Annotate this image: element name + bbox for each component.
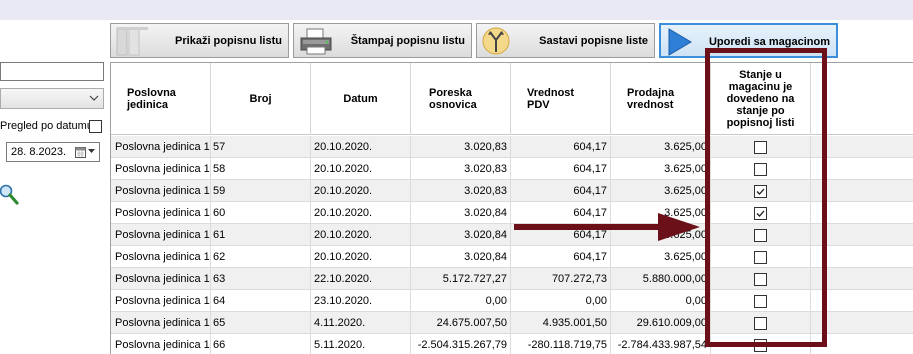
print-list-label: Štampaj popisnu listu	[350, 35, 465, 47]
cell-date: 20.10.2020.	[311, 180, 411, 202]
cell-unit: Poslovna jedinica 1	[111, 224, 211, 246]
cell-vat: 707.272,73	[511, 268, 611, 290]
pregled-label: Pregled po datumu	[0, 120, 93, 132]
show-list-label: Prikaži popisnu listu	[175, 35, 282, 47]
cell-num: 57	[211, 136, 311, 158]
cell-base: 3.020,84	[411, 202, 511, 224]
cell-base: 3.020,84	[411, 224, 511, 246]
header-number[interactable]: Broj	[211, 63, 311, 135]
chevron-down-icon	[89, 95, 99, 101]
cell-num: 63	[211, 268, 311, 290]
cell-unit: Poslovna jedinica 1	[111, 290, 211, 312]
cell-num: 62	[211, 246, 311, 268]
cell-num: 58	[211, 158, 311, 180]
header-vat[interactable]: Vrednost PDV	[511, 63, 611, 135]
print-list-button[interactable]: Štampaj popisnu listu	[293, 23, 472, 58]
header-tax-base[interactable]: Poreska osnovica	[411, 63, 511, 135]
cell-base: 24.675.007,50	[411, 312, 511, 334]
search-icon[interactable]	[0, 183, 22, 207]
cell-base: 5.172.727,27	[411, 268, 511, 290]
cell-vat: 4.935.001,50	[511, 312, 611, 334]
annotation-arrow	[514, 213, 700, 241]
cell-vat: 604,17	[511, 136, 611, 158]
date-picker[interactable]: 28. 8.2023.	[6, 142, 100, 162]
cell-num: 64	[211, 290, 311, 312]
cell-sale: 5.880.000,00	[611, 268, 711, 290]
search-input[interactable]	[0, 62, 104, 81]
show-list-button[interactable]: Prikaži popisnu listu	[110, 23, 289, 58]
cell-base: 3.020,83	[411, 136, 511, 158]
cell-sale: 3.625,00	[611, 136, 711, 158]
pregled-checkbox[interactable]	[89, 120, 102, 133]
cell-date: 4.11.2020.	[311, 312, 411, 334]
cell-num: 66	[211, 334, 311, 354]
cell-num: 60	[211, 202, 311, 224]
cell-date: 5.11.2020.	[311, 334, 411, 354]
cell-sale: 3.625,00	[611, 158, 711, 180]
cell-sale: 3.625,00	[611, 180, 711, 202]
calendar-icon[interactable]	[75, 147, 86, 158]
cell-unit: Poslovna jedinica 1	[111, 268, 211, 290]
cell-base: -2.504.315.267,79	[411, 334, 511, 354]
cell-base: 3.020,83	[411, 180, 511, 202]
date-value: 28. 8.2023.	[11, 146, 67, 158]
cell-vat: -280.118.719,75	[511, 334, 611, 354]
cell-date: 22.10.2020.	[311, 268, 411, 290]
cell-unit: Poslovna jedinica 1	[111, 246, 211, 268]
highlight-frame	[705, 48, 827, 347]
cell-sale: -2.784.433.987,54	[611, 334, 711, 354]
cell-base: 0,00	[411, 290, 511, 312]
cell-num: 61	[211, 224, 311, 246]
cell-unit: Poslovna jedinica 1	[111, 334, 211, 354]
cell-sale: 29.610.009,00	[611, 312, 711, 334]
cell-vat: 604,17	[511, 246, 611, 268]
cell-unit: Poslovna jedinica 1	[111, 312, 211, 334]
cell-sale: 3.625,00	[611, 246, 711, 268]
cell-base: 3.020,84	[411, 246, 511, 268]
cell-num: 59	[211, 180, 311, 202]
cell-date: 20.10.2020.	[311, 136, 411, 158]
cell-unit: Poslovna jedinica 1	[111, 136, 211, 158]
compare-warehouse-label: Uporedi sa magacinom	[708, 36, 830, 48]
cell-date: 23.10.2020.	[311, 290, 411, 312]
cell-unit: Poslovna jedinica 1	[111, 180, 211, 202]
cell-date: 20.10.2020.	[311, 158, 411, 180]
cell-num: 65	[211, 312, 311, 334]
dropdown-arrow-icon[interactable]	[88, 149, 95, 154]
cell-unit: Poslovna jedinica 1	[111, 158, 211, 180]
cell-vat: 604,17	[511, 180, 611, 202]
cell-date: 20.10.2020.	[311, 246, 411, 268]
cell-date: 20.10.2020.	[311, 224, 411, 246]
cell-sale: 0,00	[611, 290, 711, 312]
cell-date: 20.10.2020.	[311, 202, 411, 224]
compose-lists-button[interactable]: Sastavi popisne liste	[476, 23, 655, 58]
header-date[interactable]: Datum	[311, 63, 411, 135]
cell-vat: 604,17	[511, 158, 611, 180]
header-sale-value[interactable]: Prodajna vrednost	[611, 63, 711, 135]
filter-combo[interactable]	[0, 88, 104, 109]
compose-lists-label: Sastavi popisne liste	[539, 35, 648, 47]
cell-unit: Poslovna jedinica 1	[111, 202, 211, 224]
cell-vat: 0,00	[511, 290, 611, 312]
header-business-unit[interactable]: Poslovna jedinica	[111, 63, 211, 135]
window-top-band	[0, 0, 913, 20]
cell-base: 3.020,83	[411, 158, 511, 180]
